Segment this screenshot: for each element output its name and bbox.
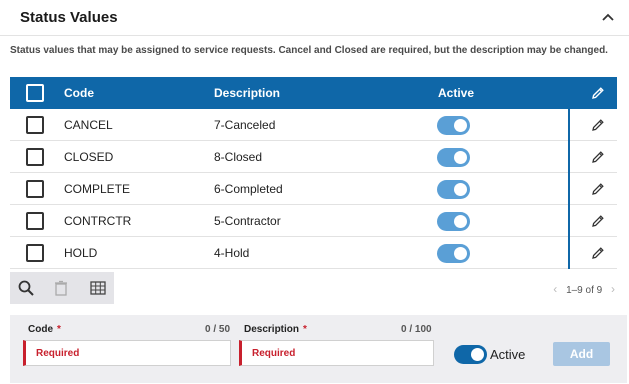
row-checkbox[interactable] [26, 116, 44, 134]
column-header-description[interactable]: Description [214, 86, 280, 100]
column-divider [568, 141, 570, 173]
row-checkbox[interactable] [26, 212, 44, 230]
active-toggle[interactable] [437, 148, 470, 167]
code-cell: COMPLETE [64, 182, 131, 196]
next-page-button[interactable]: › [611, 282, 615, 296]
code-cell: HOLD [64, 246, 98, 260]
table-toolbar [10, 272, 114, 304]
column-divider [568, 237, 570, 269]
search-icon[interactable] [17, 279, 35, 297]
section-header: Status Values [0, 0, 629, 36]
table-row[interactable]: CLOSED 8-Closed [10, 141, 617, 173]
description-cell: 8-Closed [214, 150, 263, 164]
chevron-up-icon[interactable] [599, 8, 617, 26]
table-row[interactable]: CANCEL 7-Canceled [10, 109, 617, 141]
row-checkbox[interactable] [26, 180, 44, 198]
code-field-label: Code * [28, 324, 61, 335]
section-title: Status Values [20, 9, 118, 26]
code-char-count: 0 / 50 [205, 324, 231, 335]
code-cell: CANCEL [64, 118, 113, 132]
pencil-icon[interactable] [590, 245, 606, 261]
description-cell: 6-Completed [214, 182, 283, 196]
table-header: Code Description Active [10, 77, 617, 109]
description-cell: 7-Canceled [214, 118, 276, 132]
code-cell: CLOSED [64, 150, 114, 164]
add-button[interactable]: Add [553, 342, 610, 366]
pagination: ‹ 1–9 of 9 › [553, 282, 615, 296]
row-checkbox[interactable] [26, 148, 44, 166]
description-field-label: Description * [244, 324, 307, 335]
select-all-checkbox[interactable] [26, 84, 44, 102]
active-toggle[interactable] [437, 244, 470, 263]
pencil-icon[interactable] [590, 149, 606, 165]
pencil-icon[interactable] [590, 85, 606, 101]
description-char-count: 0 / 100 [401, 324, 432, 335]
required-marker: * [57, 324, 61, 335]
active-toggle[interactable] [437, 116, 470, 135]
previous-page-button[interactable]: ‹ [553, 282, 557, 296]
row-checkbox[interactable] [26, 244, 44, 262]
active-toggle[interactable] [437, 212, 470, 231]
code-cell: CONTRCTR [64, 214, 132, 228]
pencil-icon[interactable] [590, 213, 606, 229]
add-status-form: Code * 0 / 50 Required Description * 0 / 1… [10, 315, 627, 383]
pencil-icon[interactable] [590, 181, 606, 197]
code-field[interactable]: Required [23, 340, 231, 366]
column-divider [568, 205, 570, 237]
table-grid-icon[interactable] [89, 279, 107, 297]
column-header-active[interactable]: Active [438, 86, 474, 100]
active-toggle[interactable] [454, 345, 487, 364]
column-divider [568, 109, 570, 141]
section-description: Status values that may be assigned to se… [10, 45, 608, 56]
active-toggle[interactable] [437, 180, 470, 199]
pencil-icon[interactable] [590, 117, 606, 133]
description-field[interactable]: Required [239, 340, 434, 366]
status-values-table: Code Description Active CANCEL 7-Cancele… [10, 77, 617, 269]
active-label: Active [490, 347, 526, 362]
table-row[interactable]: HOLD 4-Hold [10, 237, 617, 269]
column-header-code[interactable]: Code [64, 86, 94, 100]
description-cell: 5-Contractor [214, 214, 281, 228]
required-marker: * [303, 324, 307, 335]
description-cell: 4-Hold [214, 246, 250, 260]
column-divider [568, 173, 570, 205]
trash-icon[interactable] [52, 279, 70, 297]
page-range-label: 1–9 of 9 [566, 285, 603, 296]
table-row[interactable]: CONTRCTR 5-Contractor [10, 205, 617, 237]
table-row[interactable]: COMPLETE 6-Completed [10, 173, 617, 205]
